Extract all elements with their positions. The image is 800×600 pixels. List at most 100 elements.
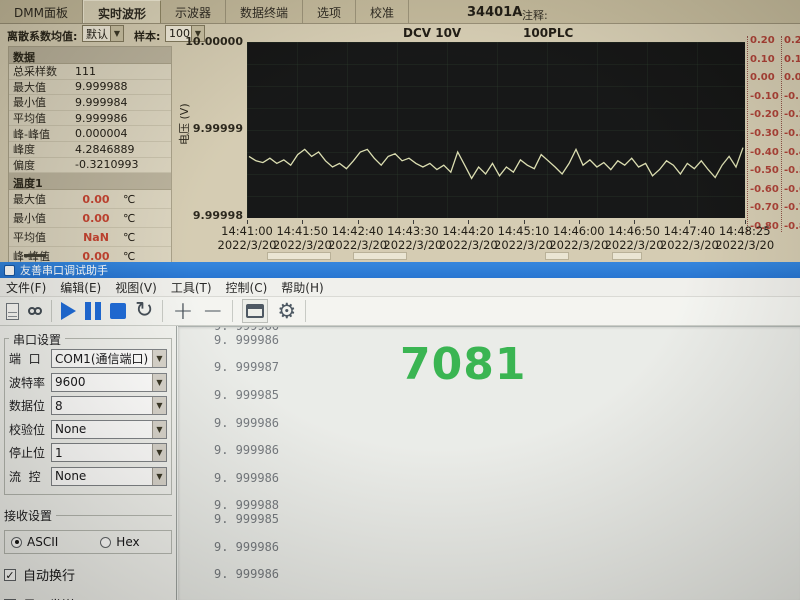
serial-app-window: 友善串口调试助手 文件(F)编辑(E)视图(V)工具(T)控制(C)帮助(H) … (0, 262, 800, 600)
reading-line (214, 458, 800, 472)
showsend-checkbox-row[interactable]: 显示发送 (4, 595, 172, 600)
tab-数据终端[interactable]: 数据终端 (226, 0, 303, 23)
chevron-down-icon[interactable]: ▼ (152, 444, 166, 461)
port-setting-row: 波特率9600▼ (9, 371, 167, 395)
stats-row: 峰-峰值0.000004 (9, 126, 171, 142)
port-setting-select[interactable]: COM1(通信端口)▼ (51, 349, 167, 368)
reading-line (214, 527, 800, 541)
port-setting-select[interactable]: 1▼ (51, 443, 167, 462)
reading-line (214, 430, 800, 444)
record-icon[interactable] (28, 299, 42, 323)
chevron-down-icon[interactable]: ▼ (152, 468, 166, 485)
toolbar-separator (162, 300, 163, 322)
right-axis-tick: -0.70 (748, 203, 780, 213)
stat-value: 111 (75, 65, 171, 78)
y-tick-top: 10.00000 (183, 35, 243, 48)
menu-文[interactable]: 文件(F) (6, 279, 46, 296)
new-file-icon[interactable] (6, 299, 19, 323)
temp-value: 0.00 (75, 193, 117, 206)
zoom-out-icon[interactable]: − (202, 299, 223, 323)
settings-gear-icon[interactable]: ⚙ (277, 299, 296, 323)
stat-label: 峰-峰值 (9, 126, 75, 142)
serial-app-icon (4, 265, 15, 276)
waveform-plot[interactable] (247, 42, 745, 218)
toolbar-separator (232, 300, 233, 322)
port-setting-select[interactable]: 9600▼ (51, 373, 167, 392)
instrument-model-label: 34401A (467, 5, 522, 20)
serial-settings-panel: 串口设置 端 口COM1(通信端口)▼波特率9600▼数据位8▼校验位None▼… (0, 326, 177, 600)
temp-unit: ℃ (117, 212, 135, 225)
note-label: 注释: (522, 7, 548, 23)
refresh-icon[interactable]: ↻ (135, 299, 153, 323)
play-icon[interactable] (61, 299, 76, 323)
autowrap-checkbox-row[interactable]: ✓ 自动换行 (4, 565, 172, 584)
menu-帮[interactable]: 帮助(H) (281, 279, 323, 296)
taskbar-strip (0, 250, 800, 262)
chevron-down-icon[interactable]: ▼ (152, 374, 166, 391)
port-setting-label: 波特率 (9, 374, 51, 391)
dcv-mode-label: DCV 10V (403, 26, 461, 40)
temp-label: 最大值 (9, 191, 75, 207)
sample-label: 样本: (134, 28, 160, 44)
serial-toolbar: ↻ + − ⚙ (0, 297, 800, 326)
stats-row: 平均值9.999986 (9, 111, 171, 127)
strip-box (545, 252, 569, 260)
voltage-trace (247, 42, 745, 218)
stat-label: 偏度 (9, 157, 75, 173)
radio-dot-icon (11, 537, 22, 548)
tab-实时波形[interactable]: 实时波形 (83, 0, 161, 23)
right-axis-tick: -0.50 (782, 166, 800, 176)
reading-line: 9. 999986 (214, 417, 800, 431)
stats-row: 峰度4.2846889 (9, 142, 171, 158)
menu-视[interactable]: 视图(V) (115, 279, 157, 296)
reading-line: 9. 999986 (214, 326, 800, 334)
zoom-in-icon[interactable]: + (172, 299, 193, 323)
port-setting-select[interactable]: None▼ (51, 467, 167, 486)
x-tick-label: 14:48:252022/3/20 (713, 224, 777, 252)
tab-选项[interactable]: 选项 (303, 0, 356, 23)
port-setting-value: 9600 (52, 375, 152, 389)
temp1-header: 温度1 (9, 173, 171, 190)
port-settings-rows: 端 口COM1(通信端口)▼波特率9600▼数据位8▼校验位None▼停止位1▼… (9, 347, 167, 488)
tab-DMM面板[interactable]: DMM面板 (0, 0, 83, 23)
checkbox-checked-icon[interactable]: ✓ (4, 569, 16, 581)
port-setting-value: 8 (52, 399, 152, 413)
chevron-down-icon[interactable]: ▼ (152, 350, 166, 367)
stat-value: 9.999984 (75, 96, 171, 109)
radio-ascii[interactable]: ASCII (11, 535, 58, 549)
mean-label: 离散系数均值: (7, 28, 77, 44)
stats-body: 总采样数111最大值9.999988最小值9.999984平均值9.999986… (9, 64, 171, 173)
port-setting-select[interactable]: None▼ (51, 420, 167, 439)
temp-unit: ℃ (117, 193, 135, 206)
chevron-down-icon[interactable]: ▼ (152, 397, 166, 414)
right-axis-tick: 0.10 (748, 55, 780, 65)
right-axis-tick: -0.30 (782, 129, 800, 139)
receive-settings-header: 接收设置 (4, 507, 172, 524)
window-panel-icon[interactable] (242, 299, 268, 323)
port-setting-row: 校验位None▼ (9, 418, 167, 442)
menu-控[interactable]: 控制(C) (226, 279, 268, 296)
stat-label: 峰度 (9, 141, 75, 157)
stat-value: 4.2846889 (75, 143, 171, 156)
serial-title-bar[interactable]: 友善串口调试助手 (0, 262, 800, 278)
port-setting-row: 数据位8▼ (9, 394, 167, 418)
port-setting-select[interactable]: 8▼ (51, 396, 167, 415)
pause-icon[interactable] (85, 299, 101, 323)
right-axis-tick: 0.20 (748, 36, 780, 46)
chevron-down-icon[interactable]: ▼ (110, 26, 123, 41)
tab-校准[interactable]: 校准 (356, 0, 409, 23)
tab-示波器[interactable]: 示波器 (161, 0, 226, 23)
stats-row: 总采样数111 (9, 64, 171, 80)
stats-row: 偏度-0.3210993 (9, 158, 171, 174)
stat-label: 总采样数 (9, 63, 75, 79)
receive-text-area[interactable]: 9. 9999869. 999986 9. 999987 9. 999985 9… (178, 326, 800, 600)
chevron-down-icon[interactable]: ▼ (152, 421, 166, 438)
temp-row: 最大值0.00℃ (9, 190, 171, 209)
menu-工[interactable]: 工具(T) (171, 279, 212, 296)
radio-hex[interactable]: Hex (100, 535, 139, 549)
menu-编[interactable]: 编辑(E) (60, 279, 101, 296)
right-axis-tick: -0.60 (748, 185, 780, 195)
mean-select[interactable]: 默认 ▼ (82, 25, 124, 42)
stop-icon[interactable] (110, 299, 126, 323)
stat-label: 最大值 (9, 79, 75, 95)
